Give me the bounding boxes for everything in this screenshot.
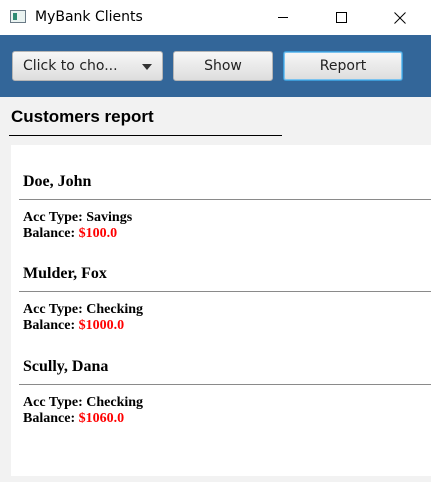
choice-placeholder: Click to cho...	[23, 58, 118, 74]
account-type-line: Acc Type: Checking	[23, 302, 143, 318]
report-button[interactable]: Report	[283, 51, 403, 81]
acc-type-value: Checking	[86, 395, 144, 410]
maximize-icon	[335, 12, 347, 23]
customer-divider	[19, 384, 431, 385]
window-title: MyBank Clients	[35, 9, 143, 25]
customer-name: Doe, John	[23, 173, 92, 190]
account-type-line: Acc Type: Savings	[23, 210, 132, 226]
customer-name: Mulder, Fox	[23, 265, 107, 282]
client-choice-box[interactable]: Click to cho...	[12, 51, 163, 81]
balance-line: Balance: $1000.0	[23, 318, 124, 334]
customer-divider	[19, 199, 431, 200]
toolbar: Click to cho... Show Report	[0, 35, 431, 97]
balance-label: Balance:	[23, 318, 76, 333]
acc-type-value: Checking	[86, 302, 144, 317]
balance-value: $1000.0	[78, 318, 125, 333]
account-type-line: Acc Type: Checking	[23, 395, 143, 411]
title-bar[interactable]: MyBank Clients	[0, 0, 431, 35]
customer-name: Scully, Dana	[23, 358, 109, 375]
balance-label: Balance:	[23, 411, 76, 426]
balance-line: Balance: $1060.0	[23, 411, 124, 427]
minimize-icon	[278, 17, 288, 18]
close-button[interactable]	[377, 0, 423, 35]
app-icon	[10, 10, 26, 23]
maximize-button[interactable]	[318, 0, 364, 35]
acc-type-label: Acc Type:	[23, 395, 83, 410]
balance-label: Balance:	[23, 226, 76, 241]
minimize-button[interactable]	[260, 0, 306, 35]
balance-line: Balance: $100.0	[23, 226, 117, 242]
heading-divider	[9, 135, 282, 136]
balance-value: $1060.0	[78, 411, 125, 426]
report-area: Doe, John Acc Type: Savings Balance: $10…	[11, 145, 431, 476]
report-heading: Customers report	[11, 107, 154, 126]
dropdown-arrow-icon	[142, 64, 152, 70]
customer-divider	[19, 291, 431, 292]
balance-value: $100.0	[78, 226, 118, 241]
acc-type-value: Savings	[86, 210, 133, 225]
close-icon	[394, 11, 406, 24]
show-button[interactable]: Show	[173, 51, 273, 81]
acc-type-label: Acc Type:	[23, 302, 83, 317]
acc-type-label: Acc Type:	[23, 210, 83, 225]
